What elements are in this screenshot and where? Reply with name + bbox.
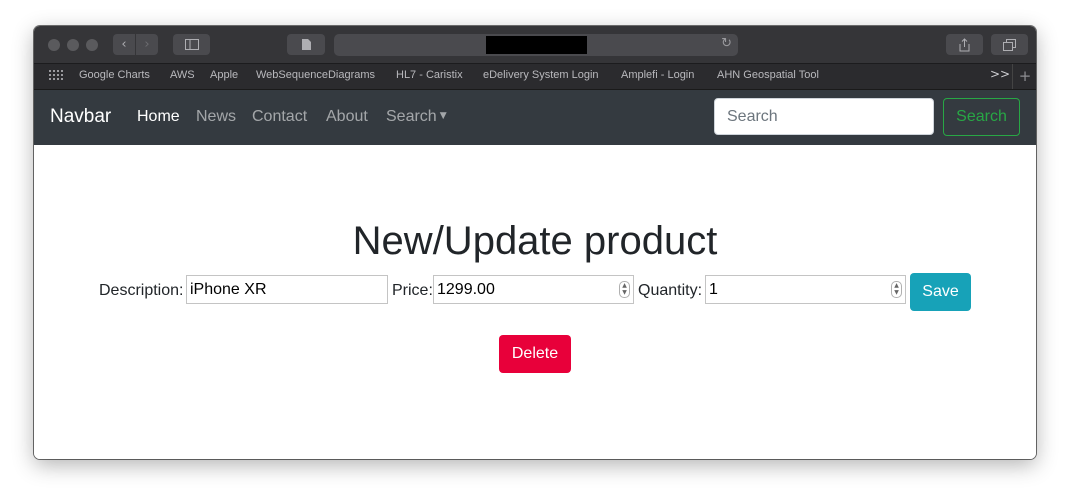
quantity-label: Quantity: xyxy=(638,282,703,299)
forward-button[interactable]: › xyxy=(136,34,158,55)
share-button[interactable] xyxy=(946,34,983,55)
chevron-left-icon: ‹ xyxy=(121,37,127,52)
url-text xyxy=(486,36,587,54)
tabs-icon xyxy=(1003,38,1016,51)
price-input[interactable] xyxy=(433,275,634,304)
bookmarks-bar: Google Charts AWS Apple WebSequenceDiagr… xyxy=(34,64,1036,90)
caret-down-icon: ▼ xyxy=(439,111,447,121)
nav-dropdown-label: Search xyxy=(386,108,437,125)
nav-link-contact[interactable]: Contact xyxy=(252,108,307,126)
nav-link-about[interactable]: About xyxy=(326,108,368,126)
sidebar-icon xyxy=(184,39,199,50)
zoom-window-button[interactable] xyxy=(86,39,98,51)
price-stepper-icon[interactable]: ▲ ▼ xyxy=(619,281,630,298)
browser-window: ‹ › ↻ Google Charts AWS Apple WebSequenc… xyxy=(34,26,1036,459)
title-bar: ‹ › ↻ xyxy=(34,26,1036,64)
navbar-brand[interactable]: Navbar xyxy=(50,106,111,128)
bookmark-edelivery-login[interactable]: eDelivery System Login xyxy=(483,69,599,81)
page-title: New/Update product xyxy=(352,219,718,263)
bookmark-ahn-geospatial[interactable]: AHN Geospatial Tool xyxy=(717,69,819,81)
bookmark-google-charts[interactable]: Google Charts xyxy=(79,69,150,81)
description-input[interactable] xyxy=(186,275,388,304)
new-tab-plus-icon[interactable]: + xyxy=(1012,64,1036,89)
quantity-stepper-icon[interactable]: ▲ ▼ xyxy=(891,281,902,298)
minimize-window-button[interactable] xyxy=(67,39,79,51)
navbar: Navbar Home News Contact About Search ▼ S… xyxy=(34,90,1036,145)
quantity-input[interactable] xyxy=(705,275,906,304)
evernote-icon xyxy=(302,39,311,50)
share-icon xyxy=(959,37,970,51)
bookmark-apple[interactable]: Apple xyxy=(210,69,238,81)
sidebar-toggle-button[interactable] xyxy=(173,34,210,55)
price-label: Price: xyxy=(392,282,433,299)
bookmark-amplefi-login[interactable]: Amplefi - Login xyxy=(621,69,694,81)
extension-button[interactable] xyxy=(287,34,325,55)
navbar-search-input[interactable] xyxy=(714,98,934,135)
bookmark-aws[interactable]: AWS xyxy=(170,69,195,81)
chevron-right-icon: › xyxy=(144,37,150,52)
more-bookmarks-button[interactable]: >> xyxy=(990,67,1010,81)
reload-icon[interactable]: ↻ xyxy=(721,36,732,51)
bookmark-hl7-caristix[interactable]: HL7 - Caristix xyxy=(396,69,463,81)
save-button[interactable]: Save xyxy=(910,273,971,311)
delete-button[interactable]: Delete xyxy=(499,335,571,373)
close-window-button[interactable] xyxy=(48,39,60,51)
tabs-overview-button[interactable] xyxy=(991,34,1028,55)
nav-link-news[interactable]: News xyxy=(196,108,236,126)
apps-grid-icon[interactable] xyxy=(49,70,63,82)
navbar-search-button[interactable]: Search xyxy=(943,98,1020,136)
main-content: New/Update product Description: Price: ▲… xyxy=(34,145,1036,459)
address-bar[interactable]: ↻ xyxy=(334,34,738,56)
bookmark-websequencediagrams[interactable]: WebSequenceDiagrams xyxy=(256,69,375,81)
nav-link-home[interactable]: Home xyxy=(137,108,180,126)
back-button[interactable]: ‹ xyxy=(113,34,135,55)
description-label: Description: xyxy=(99,282,184,299)
nav-dropdown-search[interactable]: Search ▼ xyxy=(386,108,447,126)
